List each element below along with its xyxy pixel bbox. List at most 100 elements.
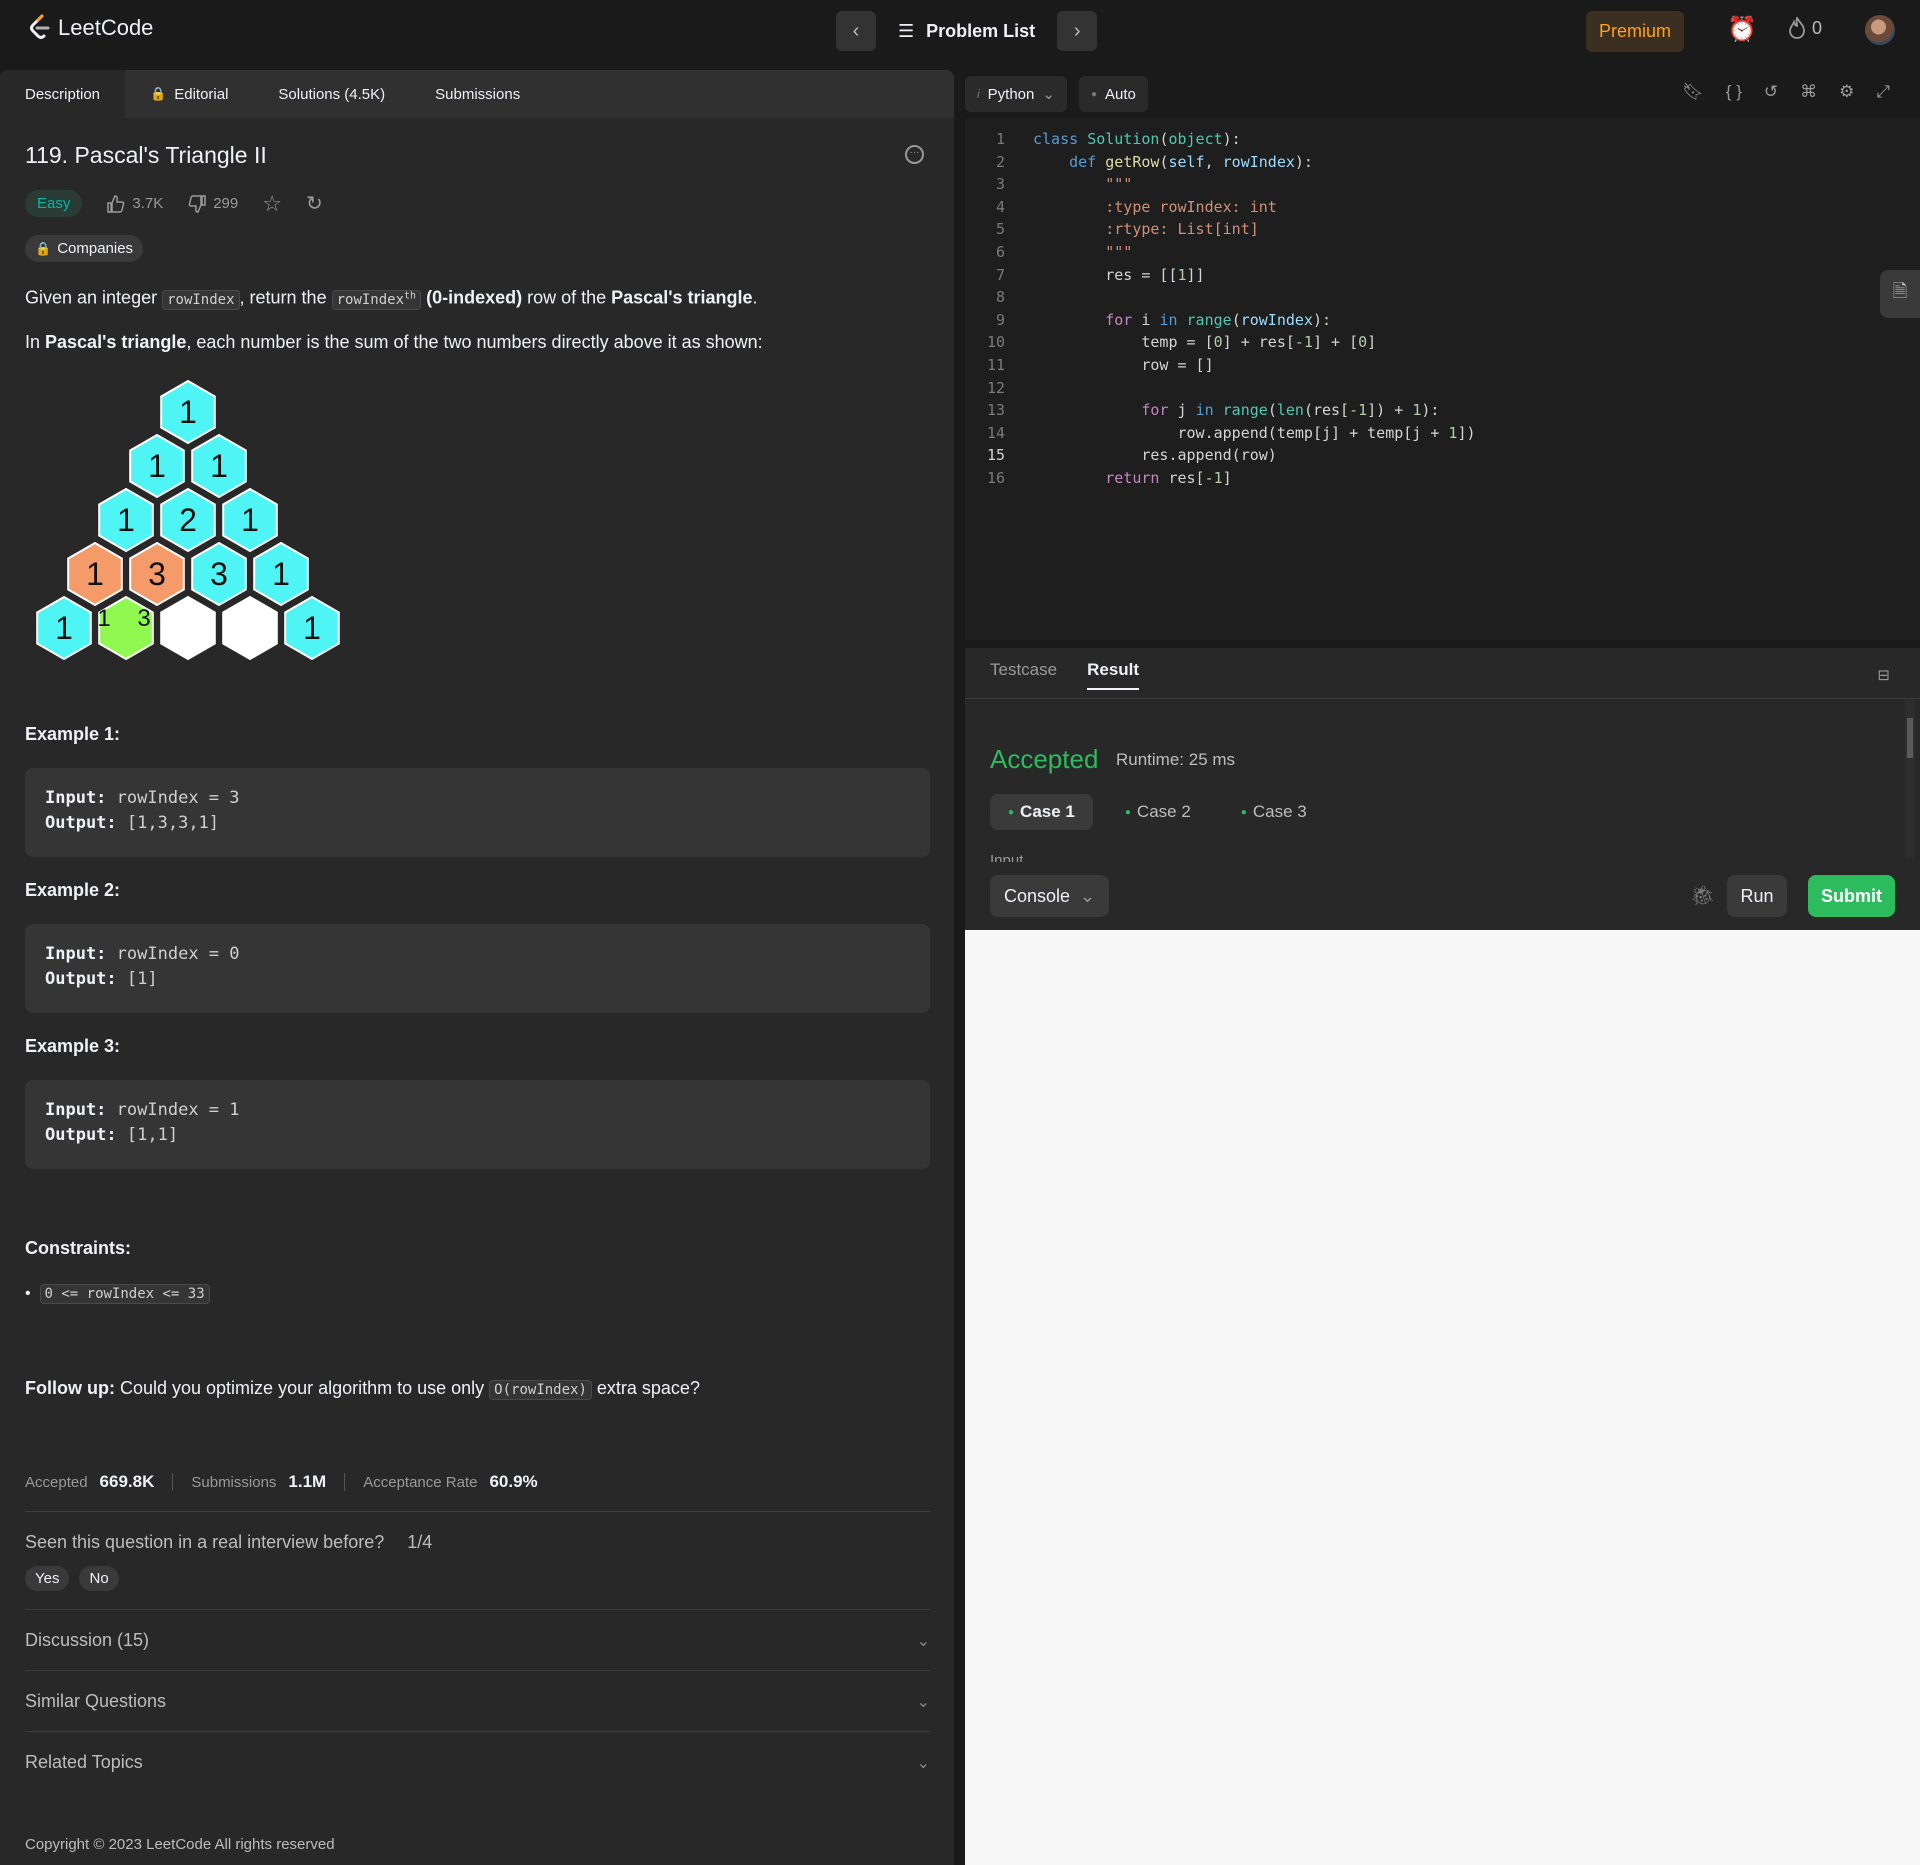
chevron-left-icon: ‹ [852,19,860,42]
similar-questions-accordion[interactable]: Similar Questions ⌄ [25,1691,930,1712]
desc-text: , return the [239,287,332,308]
problem-meta: Easy 3.7K 299 ☆ ↻ [25,190,323,217]
next-problem-button[interactable]: › [1057,11,1098,51]
editor-resize-handle[interactable] [965,640,1920,648]
related-topics-accordion[interactable]: Related Topics ⌄ [25,1752,930,1773]
debug-bug-icon[interactable]: 🐞︎ [1690,883,1715,908]
constraint-item: • 0 <= rowIndex <= 33 [25,1282,210,1306]
pass-dot-icon: ● [1124,806,1131,818]
example-1-box: Input: rowIndex = 3 Output: [1,3,3,1] [25,768,930,857]
code-line[interactable]: 5 :rtype: List[int] [965,218,1920,241]
follow-up-label: Follow up: [25,1378,115,1398]
command-icon[interactable]: ⌘ [1800,82,1817,102]
list-icon: ☰ [898,20,915,41]
no-button[interactable]: No [79,1566,119,1591]
input-label: Input: [45,944,107,964]
discussion-accordion[interactable]: Discussion (15) ⌄ [25,1630,930,1651]
code-text: return res[-1] [1105,468,1232,487]
tab-editorial[interactable]: 🔒 Editorial [125,70,253,118]
code-line[interactable]: 14 row.append(temp[j] + temp[j + 1]) [965,422,1920,445]
submissions-label: Submissions [191,1473,277,1491]
code-line[interactable]: 12 [965,377,1920,400]
premium-button[interactable]: Premium [1586,11,1684,52]
file-icon[interactable]: 🗎 [1880,270,1920,318]
line-number: 10 [986,333,1005,352]
console-button[interactable]: Console ⌄ [990,875,1110,917]
problem-title[interactable]: 119. Pascal's Triangle II [25,142,267,169]
tab-result[interactable]: Result [1087,660,1140,690]
inline-code-text: rowIndex [336,291,405,308]
chevron-down-icon: ⌄ [916,1754,930,1772]
submit-button[interactable]: Submit [1808,875,1895,917]
dislike-button[interactable]: 299 [187,194,238,214]
code-line[interactable]: 8 [965,286,1920,309]
divider [25,1609,930,1610]
inline-code: rowIndex [162,289,240,310]
code-line[interactable]: 2 def getRow(self, rowIndex): [965,151,1920,174]
editor-actions: 🔖︎ { } ↺ ⌘ ⚙ ⤢ [1682,82,1890,102]
share-icon[interactable]: ↻ [306,191,323,216]
case-tab[interactable]: ● Case 2 [1107,794,1209,830]
tab-description-label: Description [25,85,101,103]
language-select[interactable]: i Python ⌄ [965,76,1067,112]
code-line[interactable]: 4 :type rowIndex: int [965,196,1920,219]
yes-button[interactable]: Yes [25,1566,70,1591]
code-text: :type rowIndex: int [1033,197,1277,216]
more-options-icon[interactable]: ··· [905,145,924,164]
reset-icon[interactable]: ↺ [1764,82,1778,102]
code-line[interactable]: 1 class Solution(object): [965,128,1920,151]
line-number: 15 [986,446,1005,465]
run-button[interactable]: Run [1727,875,1787,917]
bookmark-icon[interactable]: 🔖︎ [1682,82,1704,102]
logo-text: LeetCode [58,15,154,40]
leetcode-logo[interactable]: LeetCode [28,14,153,42]
follow-up-text: Could you optimize your algorithm to use… [114,1378,490,1398]
code-area[interactable]: 1 class Solution(object): 2 def getRow(sel… [965,128,1920,490]
scrollbar-thumb[interactable] [1907,718,1913,758]
avatar[interactable] [1865,15,1895,45]
lock-icon: 🔒 [35,240,52,256]
divider [25,1670,930,1671]
auto-mode-button[interactable]: ● Auto [1078,76,1148,112]
code-line[interactable]: 10 temp = [0] + res[-1] + [0] [965,331,1920,354]
example-input: rowIndex = 3 [116,788,240,808]
braces-icon[interactable]: { } [1726,82,1742,102]
case-tab[interactable]: ● Case 3 [1223,794,1325,830]
alarm-clock-icon[interactable]: ⏰ [1727,15,1757,44]
fullscreen-icon[interactable]: ⤢ [1876,82,1890,102]
tab-solutions[interactable]: Solutions (4.5K) [253,70,410,118]
input-label: Input [990,852,1024,862]
problem-description-2: In Pascal's triangle, each number is the… [25,330,763,354]
code-line[interactable]: 9 for i in range(rowIndex): [965,309,1920,332]
code-text: res.append(row) [1033,446,1277,465]
accepted-label: Accepted [25,1473,88,1491]
line-number: 6 [995,242,1005,261]
settings-gear-icon[interactable]: ⚙ [1839,82,1854,102]
streak-counter[interactable]: 0 [1788,17,1822,39]
prev-problem-button[interactable]: ‹ [836,11,876,51]
code-line[interactable]: 13 for j in range(len(res[-1]) + 1): [965,399,1920,422]
code-line[interactable]: 3 """ [965,173,1920,196]
tab-testcase[interactable]: Testcase [990,660,1057,690]
code-line[interactable]: 7 res = [[1]] [965,264,1920,287]
problem-list-button[interactable]: ☰ Problem List [886,11,1047,51]
code-line[interactable]: 11 row = [] [965,354,1920,377]
code-line[interactable]: 16 return res[-1] [965,467,1920,490]
panel-resize-handle[interactable] [955,70,965,930]
chevron-right-icon: › [1073,19,1081,42]
star-icon[interactable]: ☆ [262,191,282,217]
result-scrollbar[interactable] [1905,700,1915,858]
pascal-triangle-image: 11 11 2 11 3 3 11 11 3 [36,379,340,661]
related-topics-label: Related Topics [25,1752,143,1772]
code-line[interactable]: 6 """ [965,241,1920,264]
tab-submissions[interactable]: Submissions [410,70,545,118]
companies-tag[interactable]: 🔒 Companies [25,235,144,262]
tab-description[interactable]: Description [0,70,126,118]
layout-icon[interactable]: ⊟ [1877,666,1890,684]
problem-list-label: Problem List [926,20,1036,41]
empty-area [965,930,1920,1865]
case-tab[interactable]: ● Case 1 [990,794,1093,830]
like-button[interactable]: 3.7K [106,194,163,214]
code-line[interactable]: 15 res.append(row) [965,444,1920,467]
